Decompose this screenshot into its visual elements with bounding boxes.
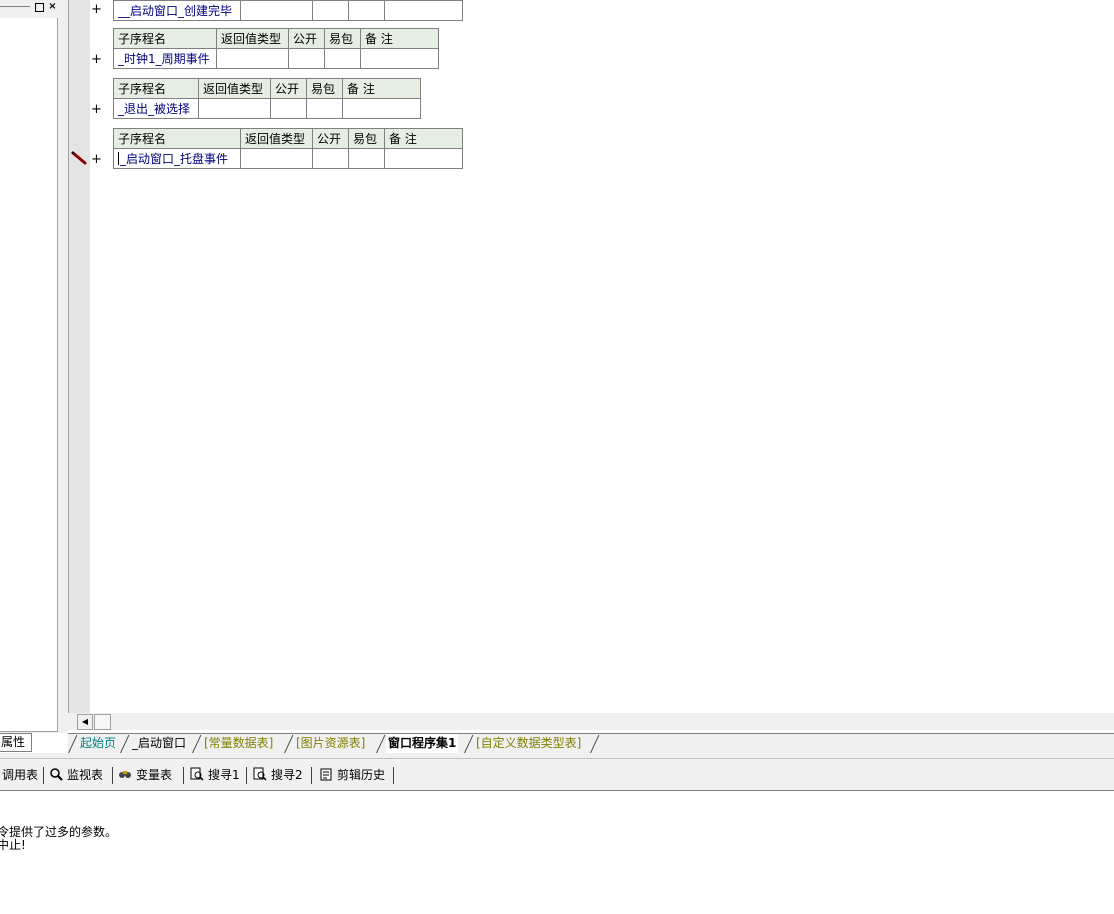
col-header: 易包 bbox=[348, 128, 385, 149]
bottom-toolbar: 调用表 监视表 变量表 搜寻1 搜寻2 剪辑历史 bbox=[0, 753, 1114, 791]
remark-cell[interactable] bbox=[342, 98, 421, 119]
editor-gutter bbox=[68, 0, 90, 713]
search2-label: 搜寻2 bbox=[271, 768, 303, 782]
find-icon bbox=[253, 767, 267, 781]
remark-cell[interactable] bbox=[384, 0, 463, 21]
horizontal-scrollbar[interactable]: ◀ bbox=[68, 713, 1114, 730]
tab-constants[interactable]: [常量数据表] bbox=[204, 734, 273, 753]
watch-table-label: 监视表 bbox=[67, 768, 104, 782]
col-header: 备 注 bbox=[384, 128, 463, 149]
proc-table: 子序程名 返回值类型 公开 易包 备 注 _退出_被选择 bbox=[113, 78, 421, 119]
col-header: 子序程名 bbox=[113, 78, 199, 99]
pen-icon bbox=[71, 151, 87, 165]
panel-content bbox=[0, 18, 58, 732]
proc-name-cell[interactable]: _启动窗口_托盘事件 bbox=[113, 148, 241, 169]
search2-button[interactable]: 搜寻2 bbox=[253, 767, 303, 783]
col-header: 返回值类型 bbox=[198, 78, 271, 99]
find-icon bbox=[190, 767, 204, 781]
easy-pack-cell[interactable] bbox=[348, 0, 385, 21]
public-cell[interactable] bbox=[312, 148, 349, 169]
tab-image-resources[interactable]: [图片资源表] bbox=[296, 734, 365, 753]
expand-icon[interactable]: + bbox=[91, 3, 102, 17]
search1-button[interactable]: 搜寻1 bbox=[190, 767, 240, 783]
editor-tabbar: 起始页 _启动窗口 [常量数据表] [图片资源表] 窗口程序集1 [自定义数据类… bbox=[68, 733, 1114, 754]
easy-pack-cell[interactable] bbox=[324, 48, 361, 69]
public-cell[interactable] bbox=[270, 98, 307, 119]
proc-name-cell[interactable]: _退出_被选择 bbox=[113, 98, 199, 119]
col-header: 子序程名 bbox=[113, 128, 241, 149]
public-cell[interactable] bbox=[288, 48, 325, 69]
tab-startup-window[interactable]: _启动窗口 bbox=[132, 734, 186, 753]
panel-close-button[interactable]: × bbox=[47, 1, 58, 12]
public-cell[interactable] bbox=[312, 0, 349, 21]
clip-history-button[interactable]: 剪辑历史 bbox=[319, 767, 385, 783]
expand-icon[interactable]: + bbox=[91, 153, 102, 167]
clip-history-label: 剪辑历史 bbox=[337, 768, 386, 782]
text-cursor bbox=[118, 151, 119, 165]
call-table-button[interactable]: 调用表 bbox=[2, 767, 38, 783]
proc-table: __启动窗口_创建完毕 bbox=[113, 0, 463, 21]
properties-tab[interactable]: 属性 bbox=[0, 733, 32, 752]
col-header: 公开 bbox=[312, 128, 349, 149]
tab-window-assembly[interactable]: 窗口程序集1 bbox=[386, 734, 459, 753]
output-line: 中止! bbox=[0, 838, 26, 852]
return-type-cell[interactable] bbox=[216, 48, 289, 69]
col-header: 公开 bbox=[288, 28, 325, 49]
col-header: 返回值类型 bbox=[216, 28, 289, 49]
tab-start-page[interactable]: 起始页 bbox=[80, 734, 116, 753]
col-header: 返回值类型 bbox=[240, 128, 313, 149]
return-type-cell[interactable] bbox=[240, 148, 313, 169]
proc-table: 子序程名 返回值类型 公开 易包 备 注 _时钟1_周期事件 bbox=[113, 28, 439, 69]
easy-pack-cell[interactable] bbox=[306, 98, 343, 119]
panel-grip bbox=[0, 6, 30, 7]
proc-table: 子序程名 返回值类型 公开 易包 备 注 _启动窗口_托盘事件 bbox=[113, 128, 463, 169]
col-header: 子序程名 bbox=[113, 28, 217, 49]
col-header: 公开 bbox=[270, 78, 307, 99]
clipboard-icon bbox=[320, 768, 332, 781]
call-table-label: 调用表 bbox=[2, 768, 39, 782]
col-header: 备 注 bbox=[342, 78, 421, 99]
tab-custom-types[interactable]: [自定义数据类型表] bbox=[476, 734, 581, 753]
return-type-cell[interactable] bbox=[240, 0, 313, 21]
variable-table-label: 变量表 bbox=[136, 768, 173, 782]
col-header: 易包 bbox=[324, 28, 361, 49]
variable-table-button[interactable]: 变量表 bbox=[118, 767, 172, 783]
remark-cell[interactable] bbox=[360, 48, 439, 69]
scroll-left-button[interactable]: ◀ bbox=[77, 714, 93, 730]
binoculars-icon bbox=[119, 771, 131, 778]
search-icon bbox=[50, 768, 63, 781]
proc-name-cell[interactable]: __启动窗口_创建完毕 bbox=[113, 0, 241, 21]
panel-restore-button[interactable] bbox=[35, 3, 44, 12]
left-panel: × bbox=[0, 0, 62, 733]
watch-table-button[interactable]: 监视表 bbox=[49, 767, 103, 783]
output-panel: 令提供了过多的参数。 中止! bbox=[0, 791, 1114, 914]
search1-label: 搜寻1 bbox=[208, 768, 240, 782]
return-type-cell[interactable] bbox=[198, 98, 271, 119]
scroll-thumb[interactable] bbox=[94, 714, 111, 730]
col-header: 易包 bbox=[306, 78, 343, 99]
col-header: 备 注 bbox=[360, 28, 439, 49]
proc-name-text: _启动窗口_托盘事件 bbox=[120, 151, 229, 166]
easy-pack-cell[interactable] bbox=[348, 148, 385, 169]
expand-icon[interactable]: + bbox=[91, 53, 102, 67]
expand-icon[interactable]: + bbox=[91, 103, 102, 117]
proc-name-cell[interactable]: _时钟1_周期事件 bbox=[113, 48, 217, 69]
remark-cell[interactable] bbox=[384, 148, 463, 169]
